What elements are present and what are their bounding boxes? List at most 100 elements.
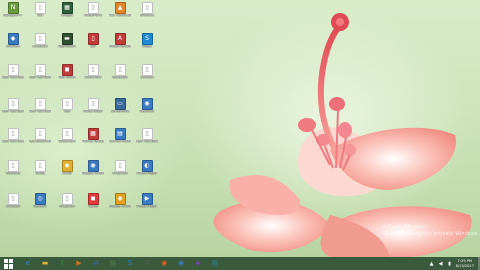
- sync-icon: ⇄: [93, 259, 99, 267]
- desktop-icon[interactable]: ▦ Format Factory: [82, 128, 104, 150]
- desktop-icon[interactable]: S Skype: [136, 33, 158, 55]
- desktop-icon-label: Media Player: [136, 172, 158, 175]
- taskbar-button[interactable]: e: [21, 258, 35, 269]
- desktop-icon[interactable]: ▯ Document: [56, 128, 78, 150]
- desktop-icon-label: Teams: [87, 205, 99, 208]
- desktop-icon-label: Control Panel: [109, 140, 131, 143]
- taskbar-button[interactable]: ◆: [191, 258, 205, 269]
- desktop-icon[interactable]: ▯ pdf: [82, 33, 104, 55]
- start-button[interactable]: [4, 258, 14, 269]
- taskbar-button[interactable]: ⇄: [89, 258, 103, 269]
- desktop-icon[interactable]: ◉ Recorder: [136, 98, 158, 120]
- desktop-icon-label: Shortcut: [6, 45, 20, 48]
- desktop-icon-label: Images: [61, 14, 73, 17]
- settings-icon: ⚙: [143, 259, 151, 267]
- desktop-icon[interactable]: ◆ Shortcut: [2, 33, 24, 55]
- desktop-icon-label: Document: [58, 140, 76, 143]
- watermark-title: Activate Windows: [382, 224, 427, 230]
- desktop-icon[interactable]: ◼ Unit Office: [56, 64, 78, 86]
- desktop-icon-label: Setup: [35, 172, 45, 175]
- desktop-icon[interactable]: ▯New Text Document: [2, 98, 24, 120]
- file-explorer-icon: ▬: [41, 259, 49, 267]
- desktop-icon-label: Windows: [5, 172, 21, 175]
- desktop-icon[interactable]: ▦ Images: [56, 2, 78, 24]
- file-icon: ▯: [34, 160, 46, 172]
- desktop-icon[interactable]: ▯ Snapshot: [56, 193, 78, 215]
- desktop-icon-label: Text: [63, 110, 71, 113]
- desktop-icon[interactable]: AAdobe Reader XI: [109, 33, 131, 55]
- desktop-icon[interactable]: ▯ setup.ext: [29, 33, 51, 55]
- taskbar-button[interactable]: ⚙: [140, 258, 154, 269]
- desktop-icon[interactable]: ◐ Media Player: [136, 160, 158, 182]
- app-icon: ▦: [211, 259, 219, 267]
- clock[interactable]: 7:29 PM 8/13/2017: [456, 259, 474, 267]
- desktop-icon[interactable]: ▯New Text Document: [29, 98, 51, 120]
- desktop-icon-label: Untitled: [140, 76, 154, 79]
- taskbar-button[interactable]: ▶: [72, 258, 86, 269]
- desktop-icon[interactable]: N Notepad++: [2, 2, 24, 24]
- desktop-icon[interactable]: ▯ Text Document: [29, 128, 51, 150]
- desktop-icon-label: Google Chrome: [82, 172, 104, 175]
- desktop-icon-label: Adobe Reader XI: [109, 45, 131, 48]
- network-icon[interactable]: ▲: [429, 261, 435, 267]
- desktop-icon[interactable]: ▯New Text Document: [136, 128, 158, 150]
- taskbar-button[interactable]: ▦: [208, 258, 222, 269]
- desktop-icon[interactable]: ◉Google Chrome: [82, 160, 104, 182]
- media-icon: ▶: [76, 259, 82, 267]
- desktop-icon-label: Aviutl: [62, 172, 72, 175]
- desktop-icon[interactable]: ▤ Control Panel: [109, 128, 131, 150]
- desktop-icon[interactable]: ▯ Video Editor: [82, 98, 104, 120]
- desktop-icon[interactable]: ◼ Teams: [82, 193, 104, 215]
- desktop-icon[interactable]: ▯ Snapshot: [109, 160, 131, 182]
- desktop-icon-label: Snapshot: [112, 172, 128, 175]
- desktop-icon[interactable]: ▶ Media Player: [136, 193, 158, 215]
- shortcut-icon: ◆: [7, 33, 19, 45]
- desktop-icon[interactable]: ▯New Text Document: [2, 64, 24, 86]
- desktop-icon[interactable]: ▯ Setup: [29, 160, 51, 182]
- taskbar-button[interactable]: X: [55, 258, 69, 269]
- file-icon: ▯: [87, 98, 99, 110]
- taskbar-button[interactable]: ◉: [157, 258, 171, 269]
- desktop-icon-label: Application: [58, 45, 76, 48]
- folder-icon: ▯: [87, 2, 99, 14]
- taskbar-button[interactable]: ▦: [106, 258, 120, 269]
- taskbar-button[interactable]: ▬: [38, 258, 52, 269]
- desktop-icon[interactable]: ▯ Uninstall: [2, 193, 24, 215]
- taskbar-button[interactable]: ◉: [174, 258, 188, 269]
- taskbar-button[interactable]: S: [123, 258, 137, 269]
- desktop-icon[interactable]: ▯ Untitled: [136, 64, 158, 86]
- desktop-icon[interactable]: ▯ PowerPoint: [82, 2, 104, 24]
- desktop-icon[interactable]: ▬ Application: [56, 33, 78, 55]
- battery-icon[interactable]: ▮: [447, 261, 453, 267]
- desktop-icon-label: Shortcut: [140, 14, 154, 17]
- clock-date: 8/13/2017: [455, 263, 474, 268]
- desktop-icon-label: Uninstall: [6, 205, 20, 208]
- desktop-icon[interactable]: ▯New Text Document: [2, 128, 24, 150]
- file-icon: ▯: [7, 98, 19, 110]
- desktop-icon[interactable]: ▲VLC media player: [109, 2, 131, 24]
- desktop-icon[interactable]: ▯New Text Document: [29, 64, 51, 86]
- app-icon: ◆: [195, 259, 201, 267]
- desktop-icon-label: Format Factory: [82, 140, 104, 143]
- desktop[interactable]: Activate Windows Go to PC settings to ac…: [0, 0, 480, 257]
- file-icon: ▯: [7, 128, 19, 140]
- chrome-icon: ◉: [177, 259, 185, 267]
- desktop-icon-label: Skype: [142, 45, 152, 48]
- desktop-icon[interactable]: ▯ Text: [56, 98, 78, 120]
- desktop-icon[interactable]: ◎ Network: [29, 193, 51, 215]
- file-icon: ▯: [87, 64, 99, 76]
- app-icon: ◉: [87, 160, 99, 172]
- desktop-icon-label: New Text Document: [136, 140, 158, 143]
- desktop-icon[interactable]: ▯ Document: [82, 64, 104, 86]
- desktop-icon[interactable]: ◉Google Chrome: [109, 193, 131, 215]
- desktop-icon[interactable]: ▯ Shortcut: [136, 2, 158, 24]
- volume-icon[interactable]: ◀: [438, 261, 444, 267]
- app-icon: ▦: [87, 128, 99, 140]
- desktop-icon[interactable]: ▯ Windows: [2, 160, 24, 182]
- file-icon: ▯: [34, 2, 46, 14]
- desktop-icon[interactable]: ▯ Tutt: [29, 2, 51, 24]
- desktop-icon[interactable]: ◆ Aviutl: [56, 160, 78, 182]
- desktop-icon[interactable]: ▯ Notebook: [109, 64, 131, 86]
- desktop-icon[interactable]: ▭ Screenshot: [109, 98, 131, 120]
- file-icon: ▯: [61, 98, 73, 110]
